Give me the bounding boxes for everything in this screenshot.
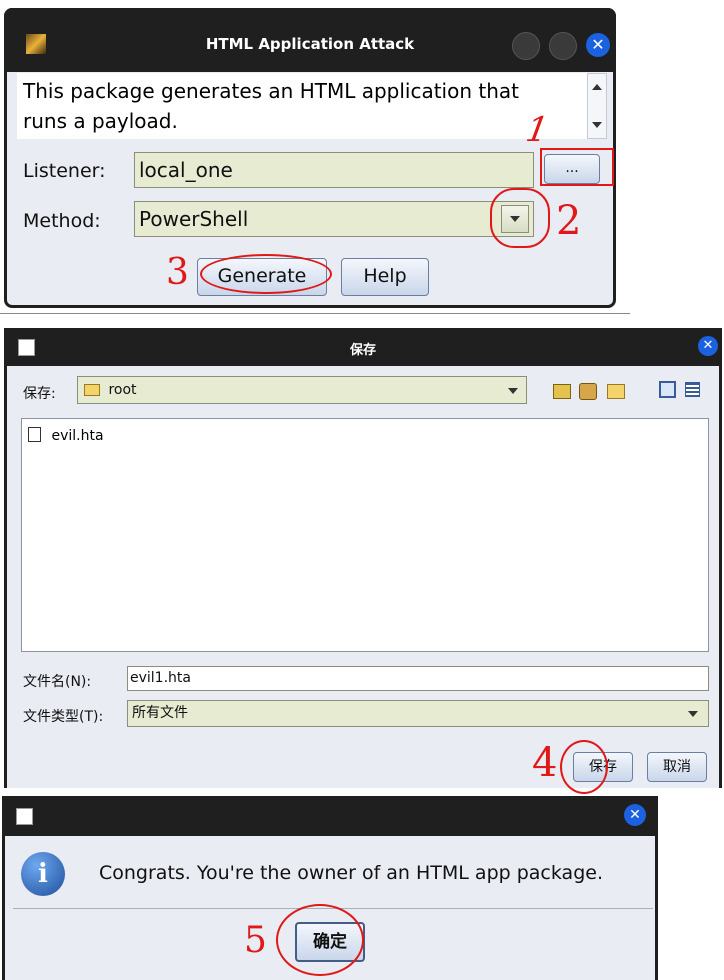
maximize-button[interactable] <box>549 32 577 60</box>
description-scrollbar[interactable] <box>587 73 607 139</box>
filetype-select[interactable]: 所有文件 <box>127 700 709 727</box>
file-list[interactable]: evil.hta <box>21 418 709 652</box>
close-icon[interactable]: ✕ <box>586 33 610 57</box>
annotation-circle-method <box>490 188 550 248</box>
save-file-dialog: 保存 ✕ 保存: root evil.hta 文件名(N): evil1.hta… <box>4 328 722 788</box>
list-view-icon[interactable] <box>659 381 676 398</box>
cancel-button[interactable]: 取消 <box>647 752 707 782</box>
annotation-step-2: 2 <box>556 198 582 244</box>
chevron-down-icon[interactable] <box>688 711 698 717</box>
java-logo-icon <box>16 808 33 825</box>
new-folder-icon[interactable] <box>607 384 625 399</box>
help-button[interactable]: Help <box>341 258 429 296</box>
home-folder-icon[interactable] <box>579 383 597 400</box>
filetype-label: 文件类型(T): <box>23 709 104 725</box>
list-item[interactable]: evil.hta <box>28 427 104 444</box>
dialog3-titlebar: ✕ <box>2 796 658 836</box>
description-area: This package generates an HTML applicati… <box>17 73 587 139</box>
up-folder-icon[interactable] <box>553 384 571 399</box>
save-in-label: 保存: <box>23 386 56 402</box>
separator-line <box>0 313 630 314</box>
minimize-button[interactable] <box>512 32 540 60</box>
method-select[interactable]: PowerShell <box>134 201 534 237</box>
folder-select[interactable]: root <box>77 376 527 404</box>
file-name: evil.hta <box>51 428 104 444</box>
annotation-step-5: 5 <box>244 920 267 961</box>
annotation-box-browse <box>540 148 614 186</box>
file-icon <box>28 427 41 442</box>
annotation-circle-save <box>560 740 608 794</box>
details-view-icon[interactable] <box>685 382 700 397</box>
annotation-step-4: 4 <box>532 740 558 786</box>
description-line-2: runs a payload. <box>23 109 178 133</box>
filename-input[interactable]: evil1.hta <box>127 666 709 691</box>
dialog2-title: 保存 <box>349 343 376 358</box>
info-icon: i <box>21 852 65 896</box>
close-icon[interactable]: ✕ <box>624 804 646 826</box>
listener-field[interactable]: local_one <box>134 152 534 188</box>
dialog1-titlebar: HTML Application Attack ✕ <box>4 8 616 72</box>
annotation-circle-generate <box>200 254 332 294</box>
description-line-1: This package generates an HTML applicati… <box>23 79 519 103</box>
listener-label: Listener: <box>23 160 106 182</box>
annotation-step-3: 3 <box>166 252 189 293</box>
dialog2-titlebar: 保存 ✕ <box>4 328 722 366</box>
filetype-select-value: 所有文件 <box>132 705 188 721</box>
confirmation-message: Congrats. You're the owner of an HTML ap… <box>99 862 603 884</box>
method-label: Method: <box>23 210 101 232</box>
annotation-circle-ok <box>276 904 364 976</box>
filename-label: 文件名(N): <box>23 674 92 690</box>
chevron-down-icon[interactable] <box>508 388 518 394</box>
folder-icon <box>84 384 100 396</box>
scroll-down-icon[interactable] <box>592 122 602 128</box>
folder-select-value: root <box>108 382 137 398</box>
scroll-up-icon[interactable] <box>592 84 602 90</box>
method-select-value: PowerShell <box>139 207 249 231</box>
close-icon[interactable]: ✕ <box>698 336 718 356</box>
